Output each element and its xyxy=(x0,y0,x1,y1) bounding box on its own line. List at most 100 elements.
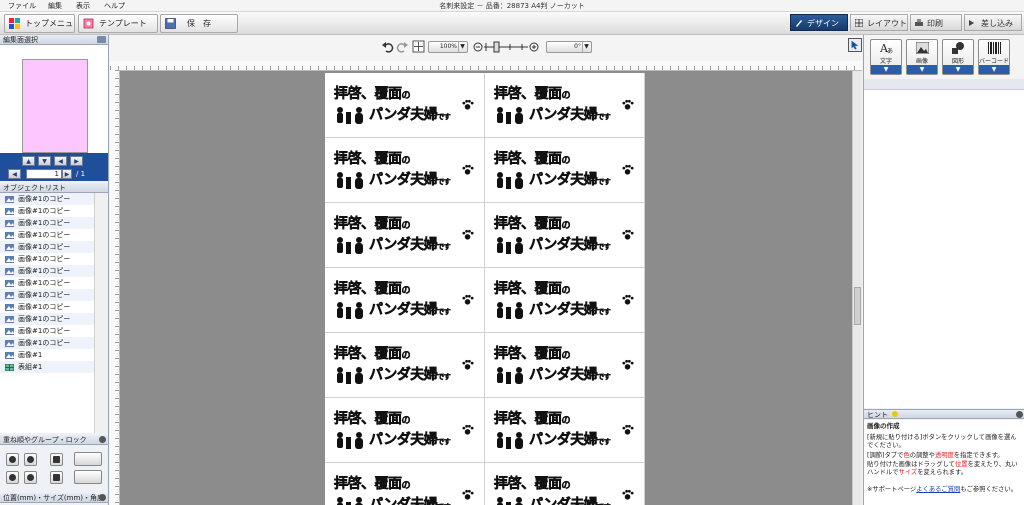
card-line-1: 拝啓、覆面の xyxy=(334,148,411,168)
bring-forward-icon[interactable] xyxy=(24,453,37,466)
panda-couple-icon xyxy=(337,497,363,505)
prev-page-icon[interactable]: ◀ xyxy=(8,169,21,179)
right-arrow-icon[interactable]: ▶ xyxy=(70,156,83,166)
business-card[interactable]: 拝啓、覆面のパンダ夫婦です xyxy=(485,333,645,398)
business-card[interactable]: 拝啓、覆面のパンダ夫婦です xyxy=(485,268,645,333)
object-list-item[interactable]: 画像#1のコピー xyxy=(0,253,94,265)
business-card[interactable]: 拝啓、覆面のパンダ夫婦です xyxy=(325,398,485,463)
send-backward-icon[interactable] xyxy=(24,471,37,484)
business-card[interactable]: 拝啓、覆面のパンダ夫婦です xyxy=(485,138,645,203)
page-total: / 1 xyxy=(76,170,86,178)
card-line-2: パンダ夫婦です xyxy=(369,104,451,124)
hint-text: を変えられます。 xyxy=(917,469,967,477)
object-list-item[interactable]: 画像#1のコピー xyxy=(0,217,94,229)
properties-header xyxy=(864,79,1024,90)
card-line-2-text: パンダ夫婦 xyxy=(529,107,598,124)
image-icon xyxy=(5,292,14,299)
step-merge-label: 差し込み xyxy=(981,19,1013,28)
lock-icon[interactable] xyxy=(50,453,63,466)
undo-icon[interactable] xyxy=(382,41,394,53)
panel-toggle-icon[interactable] xyxy=(97,36,106,43)
image-icon xyxy=(5,208,14,215)
hint-heading: 画像の作成 xyxy=(867,422,900,430)
fit-icon[interactable] xyxy=(412,40,425,53)
vertical-ruler xyxy=(110,70,120,505)
zoom-select[interactable]: 100% ▼ xyxy=(428,41,468,53)
card-line-1-small: の xyxy=(401,481,411,492)
next-page-icon[interactable]: ▶ xyxy=(62,169,72,179)
properties-area xyxy=(864,90,1024,408)
object-list-item[interactable]: 画像#1のコピー xyxy=(0,289,94,301)
canvas-scrollbar[interactable] xyxy=(852,71,862,505)
object-list-item[interactable]: 画像#1のコピー xyxy=(0,229,94,241)
lock-label: 重ね順やグループ・ロック xyxy=(3,436,87,444)
collapse-icon[interactable] xyxy=(99,494,106,501)
business-card[interactable]: 拝啓、覆面のパンダ夫婦です xyxy=(485,463,645,505)
object-list-item[interactable]: 画像#1のコピー xyxy=(0,301,94,313)
step-print[interactable]: 印刷 xyxy=(910,14,962,31)
zoom-slider[interactable] xyxy=(472,38,542,56)
paw-icon xyxy=(462,229,474,240)
left-arrow-icon[interactable]: ◀ xyxy=(54,156,67,166)
business-card[interactable]: 拝啓、覆面のパンダ夫婦です xyxy=(325,73,485,138)
business-card[interactable]: 拝啓、覆面のパンダ夫婦です xyxy=(325,138,485,203)
business-card[interactable]: 拝啓、覆面のパンダ夫婦です xyxy=(485,203,645,268)
shape-tool[interactable]: 図形 ▼ xyxy=(942,39,974,75)
object-list-item[interactable]: 画像#1のコピー xyxy=(0,313,94,325)
object-list-item[interactable]: 画像#1のコピー xyxy=(0,265,94,277)
top-menu-button[interactable]: トップメニュー xyxy=(4,14,75,45)
text-tool[interactable]: Aあ 文字 ▼ xyxy=(870,39,902,75)
object-list-item[interactable]: 画像#1のコピー xyxy=(0,337,94,349)
up-arrow-icon[interactable]: ▲ xyxy=(22,156,35,166)
object-list-item[interactable]: 画像#1のコピー xyxy=(0,325,94,337)
redo-icon[interactable] xyxy=(396,41,408,53)
chevron-down-icon: ▼ xyxy=(907,65,937,74)
object-list-scrollbar[interactable] xyxy=(94,193,108,433)
object-list-item[interactable]: 画像#1 xyxy=(0,349,94,361)
business-card[interactable]: 拝啓、覆面のパンダ夫婦です xyxy=(485,398,645,463)
step-merge[interactable]: 差し込み xyxy=(964,14,1022,31)
page-number-input[interactable]: 1 xyxy=(26,169,62,179)
scrollbar-thumb[interactable] xyxy=(854,287,861,325)
work-area: 拝啓、覆面の パンダ夫婦です 拝啓、覆面の パンダ夫婦です 拝啓、覆面の パンダ夫婦です拝… xyxy=(120,71,852,505)
business-card[interactable]: 拝啓、覆面のパンダ夫婦です xyxy=(485,73,645,138)
angle-select[interactable]: 0° ▼ xyxy=(546,41,592,53)
step-design[interactable]: デザイン xyxy=(790,14,848,31)
image-tool[interactable]: 画像 ▼ xyxy=(906,39,938,75)
object-list-item[interactable]: 画像#1のコピー xyxy=(0,205,94,217)
barcode-icon xyxy=(988,42,1001,54)
ungroup-icon[interactable] xyxy=(74,470,102,484)
printer-icon xyxy=(915,19,923,26)
bring-front-icon[interactable] xyxy=(6,453,19,466)
hint-text: もご参照ください。 xyxy=(960,486,1017,493)
collapse-icon[interactable] xyxy=(1016,411,1023,418)
image-icon xyxy=(5,220,14,227)
card-line-1-small: の xyxy=(401,286,411,297)
paw-icon xyxy=(462,489,474,500)
business-card[interactable]: 拝啓、覆面のパンダ夫婦です xyxy=(325,268,485,333)
send-back-icon[interactable] xyxy=(6,471,19,484)
card-line-1-text: 拝啓、覆面 xyxy=(494,281,562,298)
group-icon[interactable] xyxy=(74,452,102,466)
step-layout[interactable]: レイアウト xyxy=(850,14,908,31)
card-line-2: パンダ夫婦です xyxy=(529,494,611,505)
page-thumbnail[interactable] xyxy=(22,59,88,153)
barcode-tool[interactable]: バーコード ▼ xyxy=(978,39,1010,75)
unlock-icon[interactable] xyxy=(50,471,63,484)
object-list-item[interactable]: 画像#1のコピー xyxy=(0,277,94,289)
collapse-icon[interactable] xyxy=(99,436,106,443)
save-button[interactable]: 保 存 xyxy=(160,14,238,33)
pointer-icon[interactable] xyxy=(848,38,862,52)
card-line-2: パンダ夫婦です xyxy=(369,169,451,189)
image-icon xyxy=(5,256,14,263)
business-card[interactable]: 拝啓、覆面のパンダ夫婦です xyxy=(325,463,485,505)
object-list-item[interactable]: 表組#1 xyxy=(0,361,94,373)
business-card[interactable]: 拝啓、覆面のパンダ夫婦です xyxy=(325,203,485,268)
card-line-1: 拝啓、覆面の xyxy=(494,83,571,103)
down-arrow-icon[interactable]: ▼ xyxy=(38,156,51,166)
object-list-item[interactable]: 画像#1のコピー xyxy=(0,193,94,205)
template-button[interactable]: テンプレート xyxy=(78,14,158,33)
faq-link[interactable]: よくあるご質問 xyxy=(916,486,960,493)
object-list-item[interactable]: 画像#1のコピー xyxy=(0,241,94,253)
business-card[interactable]: 拝啓、覆面のパンダ夫婦です xyxy=(325,333,485,398)
